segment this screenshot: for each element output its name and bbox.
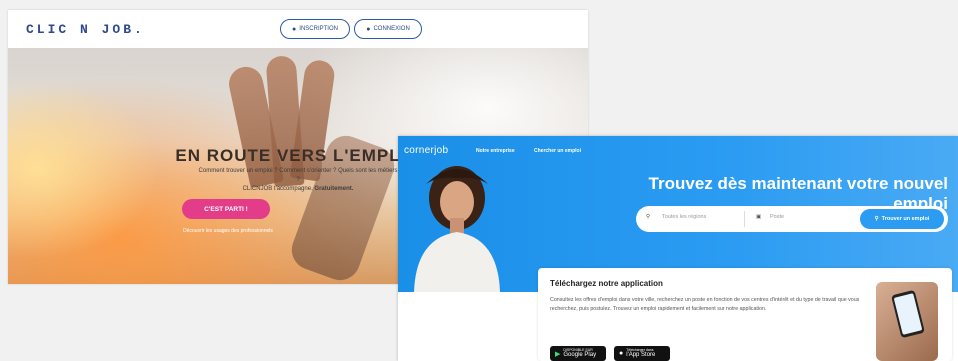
phone-in-hand-image bbox=[876, 282, 938, 361]
job-input[interactable]: Poste bbox=[770, 214, 784, 220]
app-card-title: Téléchargez notre application bbox=[550, 279, 663, 288]
search-divider bbox=[744, 211, 745, 227]
inscription-label: INSCRIPTION bbox=[299, 26, 338, 32]
google-play-label: Google Play bbox=[563, 352, 597, 358]
job-search-bar: ⚲ Toutes les régions ▣ Poste ⚲ Trouver u… bbox=[636, 206, 948, 232]
inscription-button[interactable]: ● INSCRIPTION bbox=[280, 19, 350, 39]
connexion-label: CONNEXION bbox=[373, 26, 410, 32]
nav-employer-link[interactable]: Notre entreprise bbox=[476, 148, 515, 154]
app-store-label: l'App Store bbox=[626, 352, 656, 358]
phone-screen bbox=[893, 293, 923, 335]
app-store-button[interactable]: ● Télécharger dans l'App Store bbox=[614, 346, 670, 361]
app-card-description: Consultez les offres d'emploi dans votre… bbox=[550, 297, 860, 312]
find-job-button[interactable]: ⚲ Trouver un emploi bbox=[860, 209, 944, 229]
location-pin-icon: ⚲ bbox=[646, 214, 651, 220]
apple-icon: ● bbox=[619, 350, 624, 357]
google-play-button[interactable]: ▶ DISPONIBLE SUR Google Play bbox=[550, 346, 606, 361]
nav-search-link[interactable]: Chercher un emploi bbox=[534, 148, 581, 154]
subtitle-line1: Comment trouver un emploi ? Comment s'or… bbox=[198, 168, 398, 183]
hero-photo-woman bbox=[414, 166, 500, 292]
clicnjob-header: CLIC N JOB. ● INSCRIPTION ● CONNEXION bbox=[8, 10, 588, 49]
subtitle-line2: CLICNJOB t'accompagne. bbox=[242, 186, 313, 192]
cornerjob-window: cornerjob Notre entreprise Chercher un e… bbox=[398, 136, 958, 361]
clicnjob-logo[interactable]: CLIC N JOB. bbox=[26, 22, 145, 37]
cest-parti-button[interactable]: C'EST PARTI ! bbox=[182, 199, 270, 219]
search-icon: ⚲ bbox=[874, 216, 879, 222]
subtitle-bold: Gratuitement. bbox=[314, 186, 354, 192]
play-icon: ▶ bbox=[555, 350, 561, 358]
discover-link[interactable]: Découvrir les usages des professionnels bbox=[158, 228, 298, 234]
phone-device bbox=[891, 289, 925, 339]
lock-icon: ● bbox=[366, 25, 371, 33]
cornerjob-logo[interactable]: cornerjob bbox=[404, 145, 448, 156]
find-job-label: Trouver un emploi bbox=[881, 216, 930, 222]
clicnjob-hero-subtitle: Comment trouver un emploi ? Comment s'or… bbox=[198, 167, 398, 194]
user-icon: ● bbox=[292, 25, 297, 33]
connexion-button[interactable]: ● CONNEXION bbox=[354, 19, 422, 39]
region-input[interactable]: Toutes les régions bbox=[662, 214, 706, 220]
briefcase-icon: ▣ bbox=[756, 214, 762, 220]
